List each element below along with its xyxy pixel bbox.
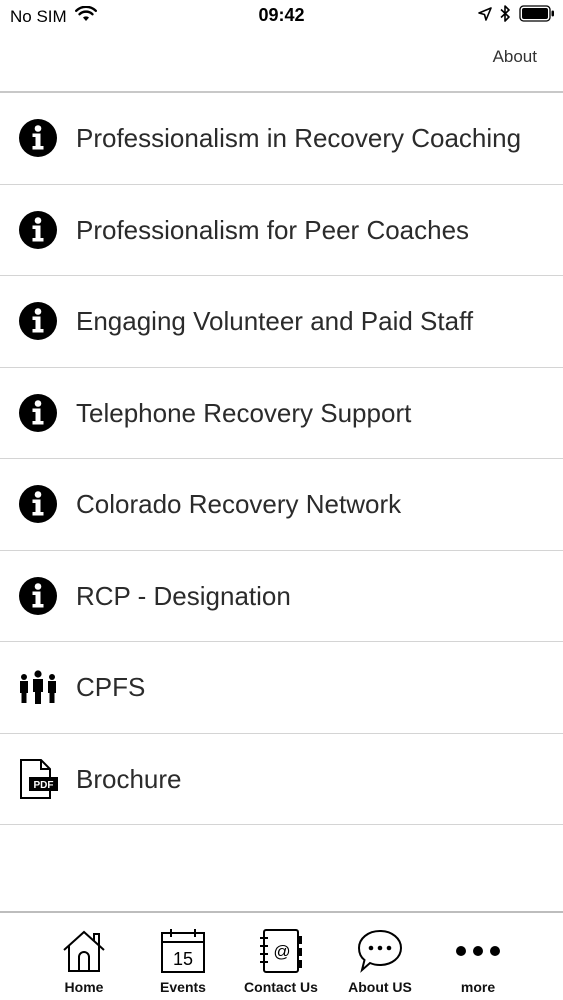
list-item-label: CPFS [76, 672, 146, 702]
list-item-label: Colorado Recovery Network [76, 489, 402, 519]
calendar-day: 15 [173, 949, 193, 969]
tab-label: Home [64, 979, 104, 995]
tab-contact-us[interactable]: @ Contact Us [238, 927, 324, 1000]
chat-bubble-icon [337, 927, 423, 975]
info-icon [17, 392, 59, 434]
menu-list: Professionalism in Recovery Coaching Pro… [0, 93, 563, 825]
list-item-label: RCP - Designation [76, 580, 291, 611]
status-right [470, 5, 555, 22]
tab-label: About US [348, 979, 412, 995]
address-book-icon: @ [238, 927, 324, 975]
tab-bar: Home 15 Events @ Contact Us About US mor… [0, 911, 563, 1000]
info-icon [17, 209, 59, 251]
pdf-icon: PDF [17, 758, 59, 800]
svg-text:PDF: PDF [34, 780, 54, 791]
tab-about-us[interactable]: About US [337, 927, 423, 1000]
info-icon [17, 575, 59, 617]
home-icon [41, 927, 127, 975]
list-item[interactable]: Professionalism in Recovery Coaching [0, 93, 563, 185]
svg-text:@: @ [273, 942, 290, 961]
about-button[interactable]: About [493, 47, 537, 67]
tab-home[interactable]: Home [41, 927, 127, 1000]
list-item[interactable]: Colorado Recovery Network [0, 459, 563, 551]
people-icon [17, 666, 59, 708]
list-item[interactable]: PDF Brochure [0, 734, 563, 825]
more-dots-icon [435, 927, 521, 975]
tab-events[interactable]: 15 Events [140, 927, 226, 1000]
tab-label: Events [160, 979, 206, 995]
tab-label: more [460, 979, 496, 995]
list-item-label: Brochure [76, 763, 182, 794]
list-item[interactable]: Telephone Recovery Support [0, 368, 563, 459]
tab-more[interactable]: more [435, 927, 521, 1000]
list-item[interactable]: Engaging Volunteer and Paid Staff [0, 276, 563, 368]
list-item[interactable]: RCP - Designation [0, 551, 563, 642]
tab-label: Contact Us [244, 979, 318, 995]
info-icon [17, 483, 59, 525]
battery-icon [519, 5, 555, 22]
list-item[interactable]: CPFS [0, 642, 563, 734]
info-icon [17, 117, 59, 159]
list-item-label: Telephone Recovery Support [76, 397, 412, 428]
bluetooth-icon [500, 5, 511, 22]
app-screen: No SIM 09:42 About Professionalism in Re… [0, 0, 563, 1000]
navigation-bar: About [0, 34, 563, 93]
calendar-icon: 15 [140, 927, 226, 975]
list-item[interactable]: Professionalism for Peer Coaches [0, 185, 563, 276]
info-icon [17, 300, 59, 342]
list-item-label: Engaging Volunteer and Paid Staff [76, 306, 474, 336]
list-item-label: Professionalism for Peer Coaches [76, 214, 470, 245]
location-arrow-icon [478, 6, 492, 21]
status-bar: No SIM 09:42 [0, 0, 563, 34]
list-item-label: Professionalism in Recovery Coaching [76, 123, 522, 153]
